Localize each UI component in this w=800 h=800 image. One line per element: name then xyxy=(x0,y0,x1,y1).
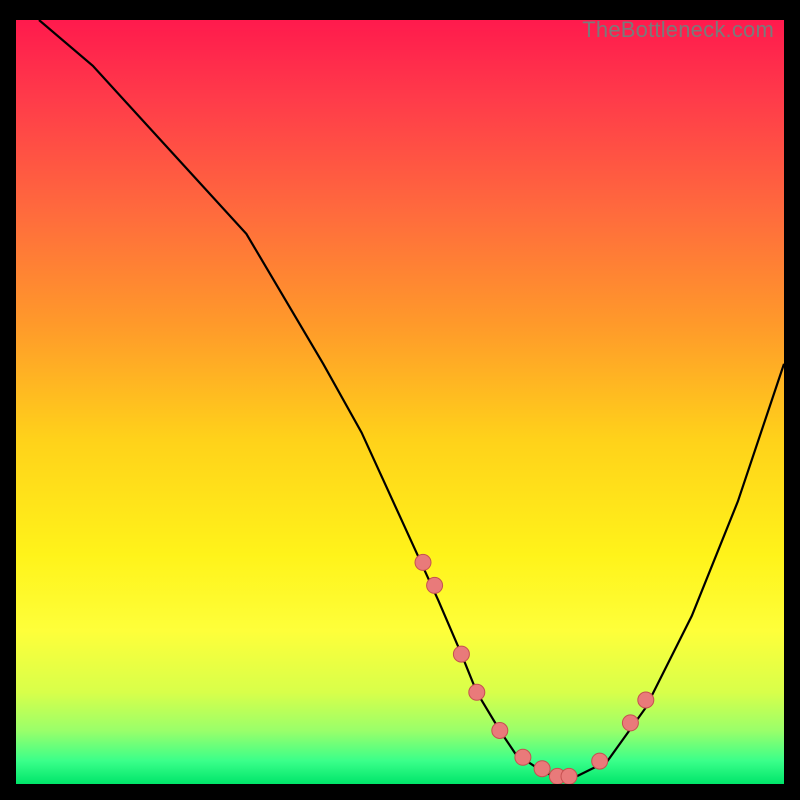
marker-point xyxy=(453,646,469,662)
marker-point xyxy=(515,749,531,765)
chart-frame: TheBottleneck.com xyxy=(16,20,784,784)
marker-point xyxy=(638,692,654,708)
bottleneck-curve xyxy=(39,20,784,776)
watermark-text: TheBottleneck.com xyxy=(582,17,774,43)
marker-point xyxy=(534,761,550,777)
marker-point xyxy=(427,577,443,593)
marker-point xyxy=(415,554,431,570)
marker-point xyxy=(592,753,608,769)
marker-point xyxy=(492,723,508,739)
marker-point xyxy=(622,715,638,731)
curve-layer xyxy=(16,20,784,784)
curve-markers xyxy=(415,554,654,784)
marker-point xyxy=(561,768,577,784)
marker-point xyxy=(469,684,485,700)
